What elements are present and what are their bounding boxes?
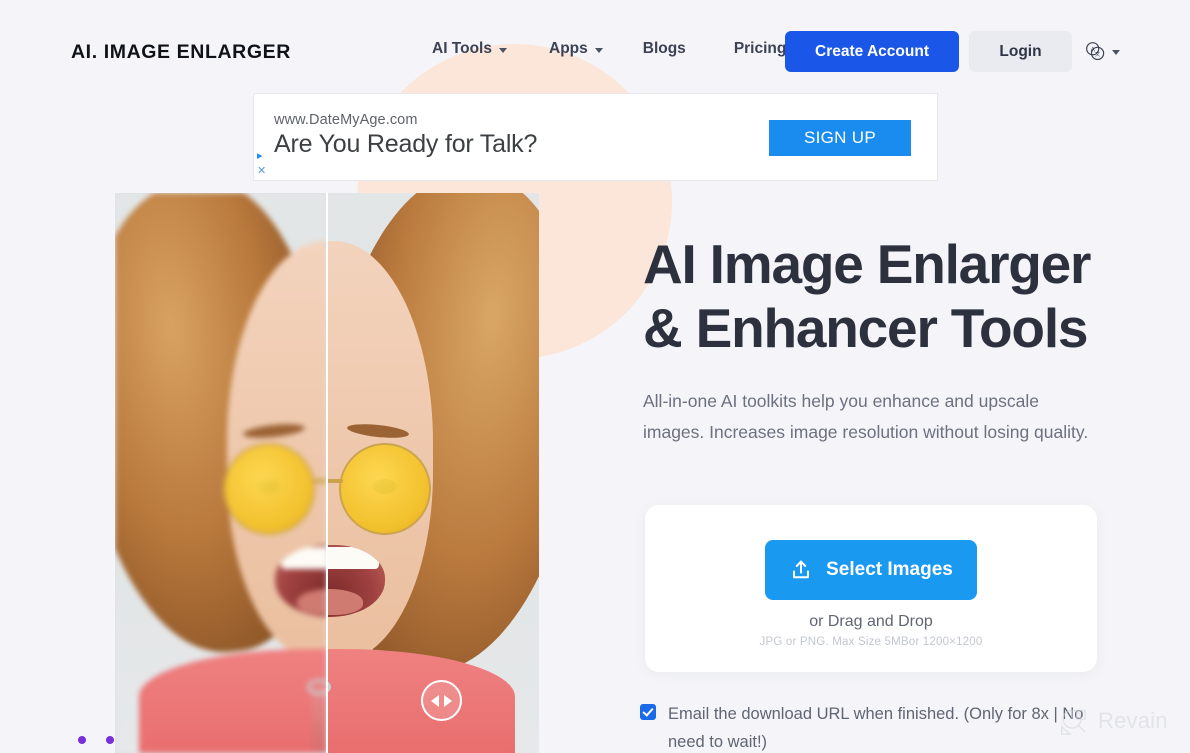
nav-label-ai-tools: AI Tools: [432, 40, 492, 57]
create-account-button[interactable]: Create Account: [785, 31, 959, 72]
svg-text:文: 文: [1095, 50, 1101, 58]
after-image-half: [327, 193, 539, 753]
page-title: AI Image Enlarger & Enhancer Tools: [643, 232, 1113, 360]
login-button[interactable]: Login: [969, 31, 1072, 72]
ad-banner[interactable]: ▸ ✕ www.DateMyAge.com Are You Ready for …: [253, 93, 938, 181]
upload-card[interactable]: Select Images or Drag and Drop JPG or PN…: [645, 505, 1097, 672]
email-url-label: Email the download URL when finished. (O…: [668, 705, 1084, 751]
close-x-icon[interactable]: ✕: [257, 164, 266, 178]
revain-watermark-text: Revain: [1098, 708, 1168, 733]
page-title-line2: & Enhancer Tools: [643, 297, 1089, 359]
revain-logo-icon: [1061, 709, 1086, 735]
portrait-illustration: [327, 193, 539, 753]
adchoices-triangle-icon[interactable]: ▸: [257, 149, 263, 163]
nav-label-apps: Apps: [549, 40, 588, 57]
page-subtitle: All-in-one AI toolkits help you enhance …: [643, 391, 1089, 442]
left-arrow-icon: [431, 694, 439, 707]
portrait-illustration: [115, 193, 327, 753]
drag-and-drop-label: or Drag and Drop: [809, 613, 933, 630]
email-url-checkbox[interactable]: [640, 704, 656, 720]
chevron-down-icon: [499, 47, 507, 53]
select-images-label: Select Images: [826, 559, 953, 580]
comparison-slider-handle[interactable]: [421, 680, 462, 721]
nav-item-blogs[interactable]: Blogs: [643, 40, 686, 58]
chevron-down-icon: [1112, 49, 1120, 55]
page-title-line1: AI Image Enlarger: [643, 233, 1091, 295]
nav-item-pricing[interactable]: Pricing: [734, 40, 787, 58]
revain-watermark: Revain: [1058, 706, 1168, 736]
comparison-divider: [326, 193, 328, 753]
ad-headline: Are You Ready for Talk?: [274, 130, 538, 158]
before-after-comparison-image[interactable]: [115, 193, 539, 753]
nav-label-pricing: Pricing: [733, 40, 787, 57]
site-logo[interactable]: AI. IMAGE ENLARGER: [71, 41, 291, 64]
site-header: AI. IMAGE ENLARGER AI Tools Apps Blogs P…: [0, 0, 1190, 88]
select-images-button[interactable]: Select Images: [765, 540, 977, 600]
language-selector[interactable]: A 文: [1084, 40, 1120, 62]
page-root: AI. IMAGE ENLARGER AI Tools Apps Blogs P…: [0, 0, 1190, 753]
translate-icon: A 文: [1086, 42, 1105, 61]
ad-url: www.DateMyAge.com: [274, 112, 418, 128]
right-arrow-icon: [444, 694, 452, 707]
ad-signup-button[interactable]: SIGN UP: [769, 120, 911, 156]
email-url-option-row[interactable]: Email the download URL when finished. (O…: [640, 700, 1110, 753]
upload-icon: [793, 560, 810, 579]
nav-item-apps[interactable]: Apps: [549, 40, 603, 58]
decorative-dots: [78, 736, 114, 744]
nav-item-ai-tools[interactable]: AI Tools: [432, 40, 507, 58]
main-nav: AI Tools Apps Blogs Pricing: [432, 40, 786, 58]
chevron-down-icon: [594, 47, 603, 53]
nav-label-blogs: Blogs: [642, 40, 686, 57]
upload-hint-text: JPG or PNG. Max Size 5MBor 1200×1200: [759, 636, 983, 648]
before-image-half: [115, 193, 327, 753]
